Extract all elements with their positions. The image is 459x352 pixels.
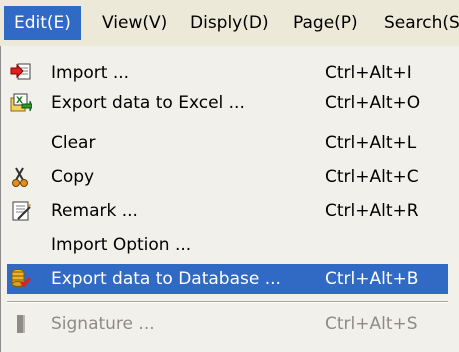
menu-item-shortcut: Ctrl+Alt+L: [325, 133, 417, 153]
menu-item-import-option[interactable]: Import Option ...: [7, 230, 448, 260]
menu-item-label: Export data to Database ...: [51, 269, 281, 289]
menu-item-label: Clear: [51, 133, 96, 153]
menu-item-remark[interactable]: Remark ... Ctrl+Alt+R: [7, 196, 448, 226]
menu-view[interactable]: View(V): [92, 6, 177, 40]
menu-page[interactable]: Page(P): [283, 6, 368, 40]
menu-item-shortcut: Ctrl+Alt+B: [325, 269, 419, 289]
import-icon: [10, 62, 32, 84]
menu-item-label: Remark ...: [51, 201, 138, 221]
menu-item-label: Copy: [51, 167, 95, 187]
menu-item-export-excel[interactable]: X Export data to Excel ... Ctrl+Alt+O: [7, 88, 448, 118]
menu-item-label: Export data to Excel ...: [51, 93, 245, 113]
menu-item-shortcut: Ctrl+Alt+R: [325, 201, 419, 221]
application-window: Edit(E) View(V) Disply(D) Page(P) Search…: [0, 0, 459, 352]
menu-item-import[interactable]: Import ... Ctrl+Alt+I: [7, 58, 448, 88]
menu-search[interactable]: Search(S: [374, 6, 459, 40]
menu-separator: [7, 301, 448, 303]
menu-item-label: Import ...: [51, 63, 130, 83]
menu-item-clear[interactable]: Clear Ctrl+Alt+L: [7, 128, 448, 158]
menu-item-label: Signature ...: [51, 314, 155, 334]
menu-edit[interactable]: Edit(E): [4, 6, 81, 40]
menu-item-copy[interactable]: Copy Ctrl+Alt+C: [7, 162, 448, 192]
menu-item-signature: Signature ... Ctrl+Alt+S: [7, 309, 448, 339]
menu-item-shortcut: Ctrl+Alt+S: [325, 314, 418, 334]
edit-dropdown-menu: Import ... Ctrl+Alt+I X Export data to E…: [0, 46, 459, 352]
signature-icon: [10, 313, 32, 335]
menu-item-export-database[interactable]: Export data to Database ... Ctrl+Alt+B: [7, 264, 448, 294]
scissors-icon: [10, 166, 32, 188]
excel-export-icon: X: [10, 92, 33, 114]
menu-item-shortcut: Ctrl+Alt+C: [325, 167, 419, 187]
menu-bar: Edit(E) View(V) Disply(D) Page(P) Search…: [0, 0, 459, 47]
menu-display[interactable]: Disply(D): [180, 6, 279, 40]
menu-item-label: Import Option ...: [51, 235, 192, 255]
remark-icon: [10, 200, 32, 222]
menu-item-shortcut: Ctrl+Alt+O: [325, 93, 421, 113]
database-export-icon: [10, 268, 32, 290]
menu-item-shortcut: Ctrl+Alt+I: [325, 63, 412, 83]
